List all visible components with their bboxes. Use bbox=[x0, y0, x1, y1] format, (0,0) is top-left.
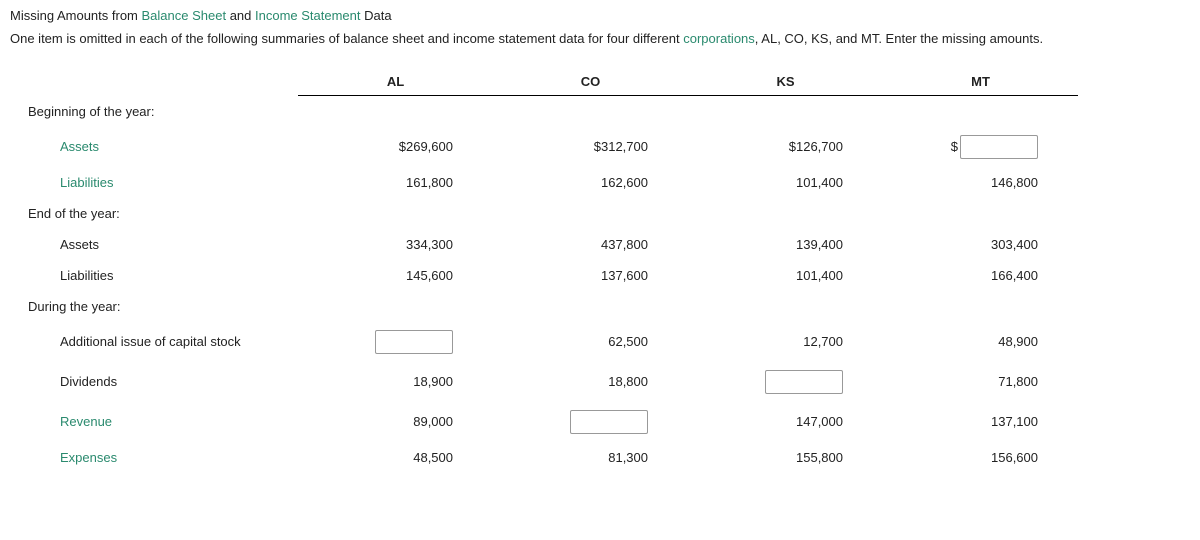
table-row: During the year: bbox=[10, 291, 1078, 322]
cell-value: 62,500 bbox=[493, 322, 688, 362]
cell-value: 156,600 bbox=[883, 442, 1078, 473]
cell-value: 303,400 bbox=[883, 229, 1078, 260]
table-row: Liabilities 161,800 162,600 101,400 146,… bbox=[10, 167, 1078, 198]
row-label-assets2: Assets bbox=[10, 237, 99, 252]
title-part: and bbox=[226, 8, 255, 23]
table-row: End of the year: bbox=[10, 198, 1078, 229]
table-row: Revenue 89,000 147,000 137,100 bbox=[10, 402, 1078, 442]
cell-value: 18,900 bbox=[298, 362, 493, 402]
section-end: End of the year: bbox=[10, 198, 298, 229]
cell-value: 137,600 bbox=[493, 260, 688, 291]
section-begin: Beginning of the year: bbox=[10, 96, 298, 127]
cell-value: 12,700 bbox=[688, 322, 883, 362]
row-label-expenses[interactable]: Expenses bbox=[10, 450, 117, 465]
cell-value: 161,800 bbox=[298, 167, 493, 198]
col-header-co: CO bbox=[493, 64, 688, 96]
cell-value: 334,300 bbox=[298, 229, 493, 260]
table-row: Dividends 18,900 18,800 71,800 bbox=[10, 362, 1078, 402]
table-row: Beginning of the year: bbox=[10, 96, 1078, 127]
dollar-sign: $ bbox=[951, 139, 958, 154]
ks-dividends-input[interactable] bbox=[765, 370, 843, 394]
row-label-liabilities2: Liabilities bbox=[10, 268, 113, 283]
cell-value: 89,000 bbox=[298, 402, 493, 442]
table-row: Assets 334,300 437,800 139,400 303,400 bbox=[10, 229, 1078, 260]
al-add-stock-input[interactable] bbox=[375, 330, 453, 354]
balance-sheet-link[interactable]: Balance Sheet bbox=[142, 8, 227, 23]
intro-part: One item is omitted in each of the follo… bbox=[10, 31, 683, 46]
cell-value: 155,800 bbox=[688, 442, 883, 473]
cell-value: 139,400 bbox=[688, 229, 883, 260]
intro-text: One item is omitted in each of the follo… bbox=[10, 31, 1190, 46]
cell-value: 162,600 bbox=[493, 167, 688, 198]
cell-value: 101,400 bbox=[688, 167, 883, 198]
cell-value: 437,800 bbox=[493, 229, 688, 260]
section-during: During the year: bbox=[10, 291, 298, 322]
cell-value: 145,600 bbox=[298, 260, 493, 291]
cell-value: 81,300 bbox=[493, 442, 688, 473]
cell-value: 18,800 bbox=[493, 362, 688, 402]
title-part: Data bbox=[361, 8, 392, 23]
cell-value: $312,700 bbox=[493, 127, 688, 167]
table-row: Expenses 48,500 81,300 155,800 156,600 bbox=[10, 442, 1078, 473]
income-statement-link[interactable]: Income Statement bbox=[255, 8, 361, 23]
col-header-mt: MT bbox=[883, 64, 1078, 96]
corporations-link[interactable]: corporations bbox=[683, 31, 755, 46]
row-label-add-stock: Additional issue of capital stock bbox=[10, 334, 241, 349]
col-header-ks: KS bbox=[688, 64, 883, 96]
cell-value: $126,700 bbox=[688, 127, 883, 167]
table-row: Additional issue of capital stock 62,500… bbox=[10, 322, 1078, 362]
co-revenue-input[interactable] bbox=[570, 410, 648, 434]
row-label-revenue[interactable]: Revenue bbox=[10, 414, 112, 429]
data-table: AL CO KS MT Beginning of the year: Asset… bbox=[10, 64, 1078, 473]
cell-value: 71,800 bbox=[883, 362, 1078, 402]
cell-value: 147,000 bbox=[688, 402, 883, 442]
page-title: Missing Amounts from Balance Sheet and I… bbox=[10, 8, 1190, 23]
cell-value: 48,900 bbox=[883, 322, 1078, 362]
cell-value: 166,400 bbox=[883, 260, 1078, 291]
cell-value: 48,500 bbox=[298, 442, 493, 473]
cell-value: 101,400 bbox=[688, 260, 883, 291]
row-label-dividends: Dividends bbox=[10, 374, 117, 389]
cell-value: 137,100 bbox=[883, 402, 1078, 442]
row-label-assets[interactable]: Assets bbox=[10, 139, 99, 154]
table-row: Liabilities 145,600 137,600 101,400 166,… bbox=[10, 260, 1078, 291]
cell-value: 146,800 bbox=[883, 167, 1078, 198]
title-part: Missing Amounts from bbox=[10, 8, 142, 23]
col-header-al: AL bbox=[298, 64, 493, 96]
table-row: Assets $269,600 $312,700 $126,700 $ bbox=[10, 127, 1078, 167]
row-label-liabilities[interactable]: Liabilities bbox=[10, 175, 113, 190]
intro-part: , AL, CO, KS, and MT. Enter the missing … bbox=[755, 31, 1043, 46]
mt-begin-assets-input[interactable] bbox=[960, 135, 1038, 159]
cell-value: $269,600 bbox=[298, 127, 493, 167]
